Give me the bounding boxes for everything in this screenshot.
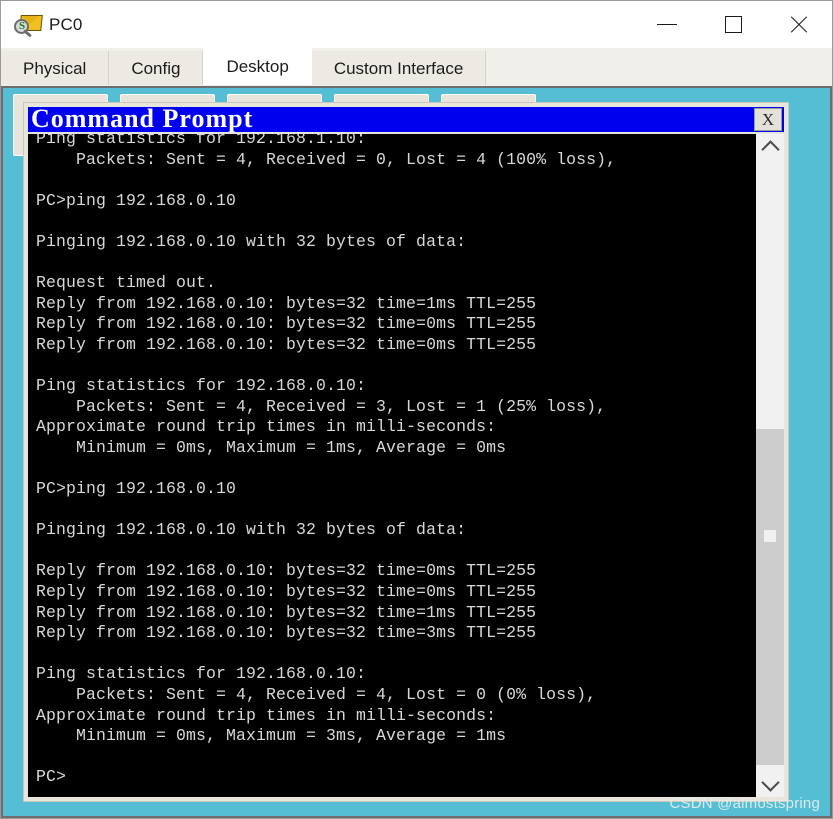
maximize-icon bbox=[724, 16, 742, 33]
window-controls bbox=[634, 1, 832, 48]
terminal-line: Reply from 192.168.0.10: bytes=32 time=1… bbox=[36, 602, 537, 622]
tab-config[interactable]: Config bbox=[109, 51, 204, 86]
minimize-icon bbox=[657, 24, 677, 25]
minimize-button[interactable] bbox=[634, 1, 700, 48]
command-prompt-window: Command Prompt X Ping statistics for 192… bbox=[23, 102, 789, 802]
scrollbar-thumb[interactable] bbox=[756, 428, 784, 765]
chevron-up-icon bbox=[760, 139, 780, 159]
terminal-line: Packets: Sent = 4, Received = 4, Lost = … bbox=[36, 685, 597, 705]
command-prompt-title: Command Prompt bbox=[31, 107, 254, 132]
pc0-device-window: S PC0 Physical Config Desktop Custom Int… bbox=[0, 0, 833, 819]
terminal-line: Reply from 192.168.0.10: bytes=32 time=0… bbox=[36, 314, 537, 334]
terminal-line: Packets: Sent = 4, Received = 3, Lost = … bbox=[36, 396, 607, 416]
scrollbar-grip-icon bbox=[764, 529, 776, 542]
terminal-line: PC>ping 192.168.0.10 bbox=[36, 190, 237, 210]
terminal-line: Minimum = 0ms, Maximum = 3ms, Average = … bbox=[36, 726, 507, 746]
tab-physical[interactable]: Physical bbox=[1, 51, 110, 86]
window-title-bar: S PC0 bbox=[1, 1, 832, 48]
tab-custom-interface[interactable]: Custom Interface bbox=[311, 51, 487, 86]
terminal-line: Minimum = 0ms, Maximum = 1ms, Average = … bbox=[36, 437, 507, 457]
terminal-line: Pinging 192.168.0.10 with 32 bytes of da… bbox=[36, 520, 467, 540]
terminal-scrollbar[interactable] bbox=[755, 134, 784, 797]
terminal-line: Reply from 192.168.0.10: bytes=32 time=3… bbox=[36, 623, 537, 643]
terminal-line: PC>ping 192.168.0.10 bbox=[36, 479, 237, 499]
terminal-line: Approximate round trip times in milli-se… bbox=[36, 705, 497, 725]
command-prompt-body: Ping statistics for 192.168.1.10: Packet… bbox=[28, 134, 784, 797]
page-title: PC0 bbox=[49, 14, 83, 34]
terminal-line: Packets: Sent = 4, Received = 0, Lost = … bbox=[36, 149, 617, 169]
terminal-line: Reply from 192.168.0.10: bytes=32 time=0… bbox=[36, 582, 537, 602]
device-tab-strip: Physical Config Desktop Custom Interface bbox=[1, 48, 832, 86]
terminal-line: Ping statistics for 192.168.1.10: bbox=[36, 134, 367, 148]
close-button[interactable] bbox=[766, 1, 832, 48]
chevron-down-icon bbox=[760, 772, 780, 792]
terminal-line: Ping statistics for 192.168.0.10: bbox=[36, 664, 367, 684]
terminal-line: PC> bbox=[36, 767, 67, 787]
terminal-line: Request timed out. bbox=[36, 273, 217, 293]
desktop-panel: Command Prompt X Ping statistics for 192… bbox=[1, 86, 832, 818]
tab-desktop[interactable]: Desktop bbox=[203, 48, 312, 86]
close-icon bbox=[788, 14, 810, 36]
command-prompt-title-bar: Command Prompt X bbox=[28, 107, 784, 132]
packet-tracer-envelope-magnifier-icon: S bbox=[13, 12, 43, 38]
terminal-line: Pinging 192.168.0.10 with 32 bytes of da… bbox=[36, 231, 467, 251]
command-prompt-close-button[interactable]: X bbox=[754, 108, 782, 131]
terminal-output[interactable]: Ping statistics for 192.168.1.10: Packet… bbox=[28, 134, 755, 797]
terminal-line: Ping statistics for 192.168.0.10: bbox=[36, 376, 367, 396]
scrollbar-down-button[interactable] bbox=[756, 771, 784, 797]
terminal-line: Reply from 192.168.0.10: bytes=32 time=1… bbox=[36, 293, 537, 313]
scrollbar-track[interactable] bbox=[756, 160, 784, 771]
maximize-button[interactable] bbox=[700, 1, 766, 48]
scrollbar-up-button[interactable] bbox=[756, 134, 784, 160]
title-bar-left: S PC0 bbox=[1, 12, 82, 38]
terminal-line: Approximate round trip times in milli-se… bbox=[36, 417, 497, 437]
terminal-line: Reply from 192.168.0.10: bytes=32 time=0… bbox=[36, 334, 537, 354]
terminal-line: Reply from 192.168.0.10: bytes=32 time=0… bbox=[36, 561, 537, 581]
